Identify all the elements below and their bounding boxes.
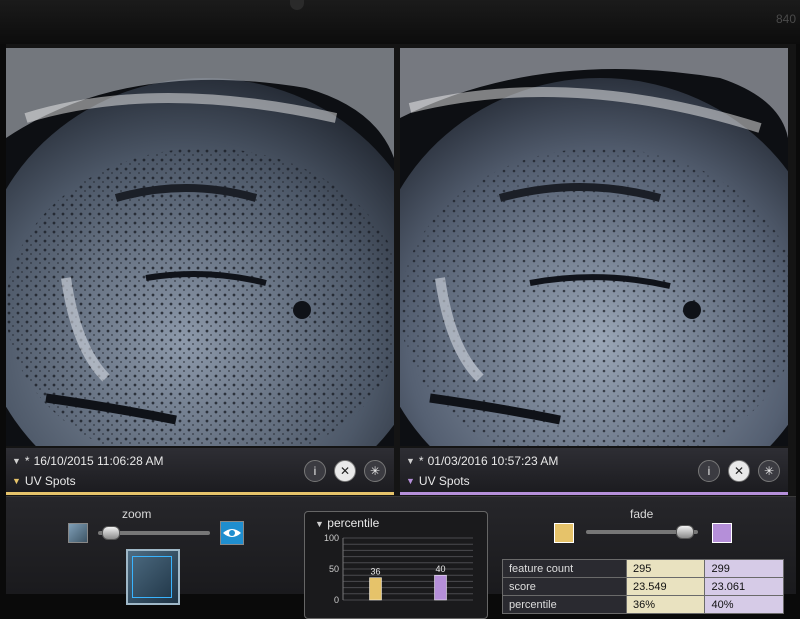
chart-bar-value-label: 36 [370,567,380,577]
stats-cell-b: 40% [704,595,784,614]
stats-cell-a: 295 [625,559,706,578]
stats-cell-b: 299 [704,559,784,578]
app-screen: ▼ * 16/10/2015 11:06:28 AM ▼ UV Spots i … [6,44,796,619]
fade-label: fade [630,507,654,521]
zoom-out-face-icon[interactable] [68,523,88,543]
percentile-chart: 100 50 0 36 40 [324,533,473,605]
dropdown-triangle-icon[interactable]: ▼ [315,519,324,529]
image-info-bar-right: ▼ * 01/03/2016 10:57:23 AM ▼ UV Spots i … [400,448,788,495]
stats-cell-label: feature count [502,559,627,578]
percentile-panel: ▼ percentile 100 50 0 36 40 [304,511,488,619]
zoom-viewport-box[interactable] [132,556,172,598]
bezel-label: 840 [775,12,796,26]
pane-tools-right: i ✕ ✳ [698,460,780,482]
capture-timestamp-left: 16/10/2015 11:06:28 AM [33,454,164,468]
analysis-mode-left: UV Spots [24,474,76,488]
chart-bar-value-label: 40 [435,564,445,574]
uv-image-right[interactable] [400,48,788,446]
mode-dropdown-icon[interactable]: ▼ [406,476,415,486]
fade-slider-handle[interactable] [676,525,694,539]
zoom-navigator-preview[interactable] [126,549,180,605]
eye-icon[interactable] [220,521,244,545]
asterisk-icon: * [418,454,424,468]
chart-y-tick-label: 100 [324,533,339,543]
chart-y-tick-label: 50 [329,564,339,574]
face-photo-right [400,48,788,446]
percentile-panel-title[interactable]: ▼ percentile [315,516,379,530]
pane-tools-left: i ✕ ✳ [304,460,386,482]
percentile-title-text: percentile [327,516,380,530]
close-icon[interactable]: ✕ [334,460,356,482]
stats-cell-a: 36% [625,595,706,614]
analysis-controls: zoom ▼ percentile 100 50 0 36 40 fade featur… [6,496,796,619]
zoom-slider-handle[interactable] [102,526,120,540]
analysis-mode-right: UV Spots [418,474,470,488]
mode-row-right[interactable]: ▼ UV Spots [406,474,470,488]
fade-swatch-left[interactable] [554,523,574,543]
timestamp-row-left[interactable]: ▼ * 16/10/2015 11:06:28 AM [12,454,163,468]
info-icon[interactable]: i [304,460,326,482]
camera-notch [290,0,304,10]
chart-y-tick-label: 0 [334,595,339,605]
mode-dropdown-icon[interactable]: ▼ [12,476,21,486]
close-icon[interactable]: ✕ [728,460,750,482]
capture-timestamp-right: 01/03/2016 10:57:23 AM [427,454,559,468]
stats-table: feature count 295 299 score 23.549 23.061 perc… [502,559,784,614]
settings-icon[interactable]: ✳ [364,460,386,482]
chart-bar [369,577,382,601]
image-info-bar-left: ▼ * 16/10/2015 11:06:28 AM ▼ UV Spots i … [6,448,394,495]
dropdown-triangle-icon[interactable]: ▼ [406,456,415,466]
stats-row: feature count 295 299 [502,559,784,578]
chart-bar [434,574,447,601]
zoom-label: zoom [122,507,152,521]
fade-swatch-right[interactable] [712,523,732,543]
asterisk-icon: * [24,454,30,468]
settings-icon[interactable]: ✳ [758,460,780,482]
uv-image-left[interactable] [6,48,394,446]
dropdown-triangle-icon[interactable]: ▼ [12,456,21,466]
stats-cell-label: percentile [502,595,627,614]
info-icon[interactable]: i [698,460,720,482]
monitor-bezel: 840 [0,0,800,44]
timestamp-row-right[interactable]: ▼ * 01/03/2016 10:57:23 AM [406,454,558,468]
face-photo-left [6,48,394,446]
mode-row-left[interactable]: ▼ UV Spots [12,474,76,488]
stats-row: percentile 36% 40% [502,595,784,614]
